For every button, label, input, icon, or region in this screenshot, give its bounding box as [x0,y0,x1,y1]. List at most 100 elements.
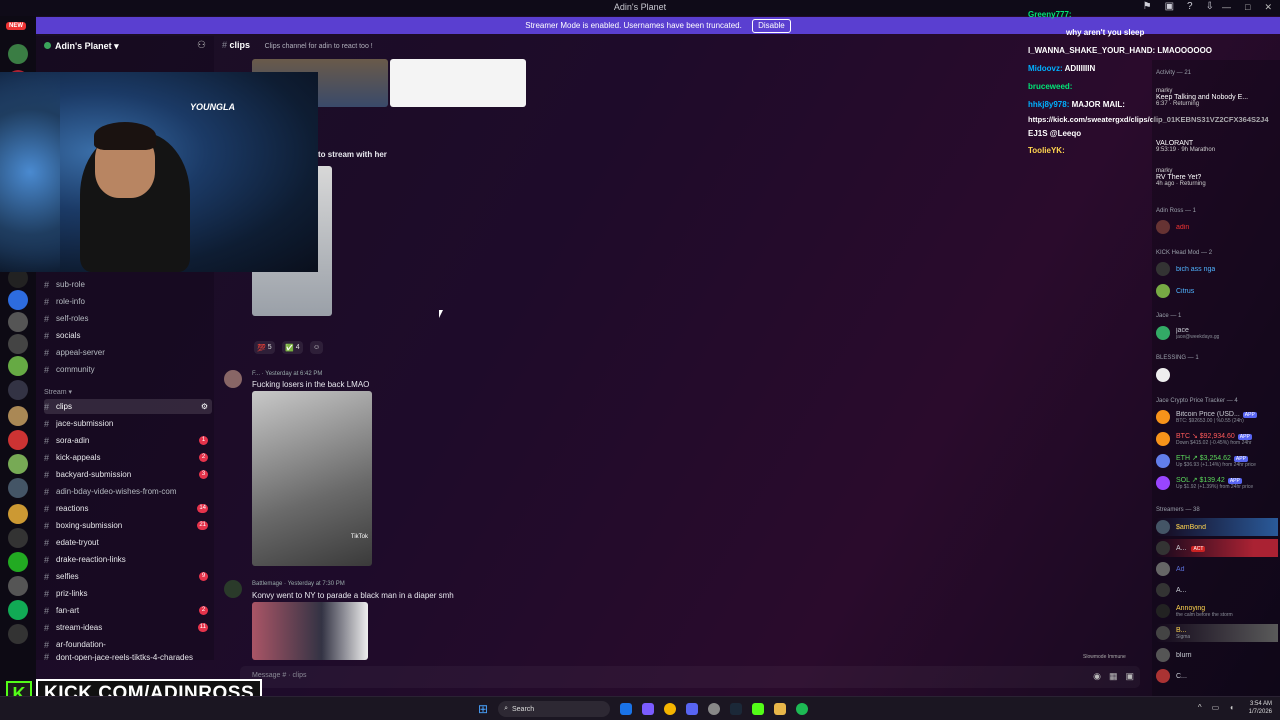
server-icon[interactable] [8,504,28,524]
channel-item[interactable]: # ar-foundation- [44,637,212,652]
member-row[interactable]: Annoying the calm before the storm [1156,602,1278,620]
sticker-icon[interactable]: ▣ [1125,671,1134,682]
server-icon[interactable] [8,552,28,572]
steam-icon[interactable] [730,703,743,715]
channel-item[interactable]: # socials [44,328,212,343]
channel-item[interactable]: # dont-open-jace-reels-tiktks-4-charades [44,653,212,661]
server-icon[interactable] [8,528,28,548]
server-icon[interactable] [8,576,28,596]
reaction-button[interactable]: ✅ 4 [282,341,303,354]
windows-start-icon[interactable]: ⊞ [478,702,488,716]
activity-card[interactable]: marky Keep Talking and Nobody E... 6:37 · … [1156,88,1278,107]
channel-item[interactable]: # stream-ideas 11 [44,620,212,635]
member-row[interactable]: A... ACT [1156,539,1278,557]
video-thumbnail[interactable] [252,602,368,660]
member-row[interactable]: A... [1156,581,1278,599]
author-name[interactable]: F... [252,371,260,377]
member-row[interactable]: B... Sigma [1156,624,1278,642]
member-row[interactable] [1156,366,1278,384]
channel-item[interactable]: # appeal-server [44,345,212,360]
channel-item[interactable]: # selfies 9 [44,569,212,584]
server-icon[interactable] [8,600,28,620]
channel-item[interactable]: # drake-reaction-links [44,552,212,567]
member-row[interactable]: adin [1156,218,1278,236]
member-row[interactable]: BTC ↘ $92,934.60 APP Down $415.02 (-0.45%)… [1156,430,1278,448]
channel-label: self-roles [56,314,89,323]
add-member-icon[interactable]: ⚇ [197,40,206,51]
member-row[interactable]: Citrus [1156,282,1278,300]
add-reaction-button[interactable]: ☺ [310,341,324,354]
channel-item[interactable]: # community [44,362,212,377]
server-icon[interactable] [8,290,28,310]
message-list: to stream with her 💯 5 ✅ 4 ☺ F... · Yester… [222,56,1022,660]
server-header[interactable]: Adin's Planet ▾ [44,41,119,52]
member-row[interactable]: SOL ↗ $139.42 APP Up $1.92 (+1.39%) from 2… [1156,474,1278,492]
avatar [1156,262,1170,276]
image-attachment[interactable] [390,59,526,107]
member-row[interactable]: ETH ↗ $3,254.62 APP Up $36.93 (+1.14%) fro… [1156,452,1278,470]
server-icon[interactable] [8,478,28,498]
hash-icon: # [44,537,50,548]
kick-app-icon[interactable] [752,703,765,715]
channel-item[interactable]: # edate-tryout [44,535,212,550]
server-icon[interactable] [8,430,28,450]
member-row[interactable]: jace jace@weekdays.gg [1156,324,1278,342]
message-input[interactable]: Message # · clips ◉ ▦ ▣ [240,666,1140,688]
server-icon[interactable] [8,356,28,376]
mouse-cursor [439,310,443,318]
member-row[interactable]: Bitcoin Price (USD... APP BTC: $92653.00 |… [1156,408,1278,426]
server-icon[interactable] [8,380,28,400]
chrome-icon[interactable] [664,703,677,715]
discord-icon[interactable] [686,703,699,715]
network-icon[interactable]: ▭ [1212,703,1220,712]
channel-item[interactable]: # kick-appeals 2 [44,450,212,465]
tray-chevron-icon[interactable]: ^ [1198,703,1202,712]
channel-item[interactable]: # backyard-submission 3 [44,467,212,482]
channel-item[interactable]: # boxing-submission 21 [44,518,212,533]
video-thumbnail[interactable]: TikTok [252,391,372,566]
volume-icon[interactable]: ◖ [1229,703,1234,712]
clock[interactable]: 3:54 AM 1/7/2026 [1249,700,1272,716]
activity-card[interactable]: VALORANT 9:53:19 · 9h Marathon [1156,140,1278,153]
member-row[interactable]: $amBond [1156,518,1278,536]
category-stream[interactable]: Stream ▾ [44,388,72,396]
file-explorer-icon[interactable] [774,703,787,715]
channel-item[interactable]: # sub-role [44,277,212,292]
channel-item[interactable]: # jace-submission [44,416,212,431]
hash-icon: # [222,40,228,50]
server-icon[interactable] [8,454,28,474]
copilot-icon[interactable] [642,703,655,715]
avatar[interactable] [224,370,242,388]
activity-header[interactable]: Activity — 21 [1156,70,1191,76]
server-icon[interactable] [8,44,28,64]
channel-item-clips[interactable]: # clips ⚙ [44,399,212,414]
gift-icon[interactable]: ◉ [1093,671,1101,682]
message-header: F... · Yesterday at 6:42 PM [252,371,323,377]
server-icon[interactable] [8,312,28,332]
channel-item[interactable]: # adin-bday-video-wishes-from-com [44,484,212,499]
channel-item[interactable]: # role-info [44,294,212,309]
member-row[interactable]: blurri [1156,646,1278,664]
channel-item[interactable]: # priz-links [44,586,212,601]
disable-streamer-mode-button[interactable]: Disable [752,19,791,33]
activity-card[interactable]: marky RV There Yet? 4h ago · Returning [1156,168,1278,187]
server-icon[interactable] [8,624,28,644]
channel-item[interactable]: # self-roles [44,311,212,326]
reaction-button[interactable]: 💯 5 [254,341,275,354]
channel-item[interactable]: # sora-adin 1 [44,433,212,448]
server-icon[interactable] [8,406,28,426]
member-row[interactable]: bich ass nga [1156,260,1278,278]
obs-icon[interactable] [708,703,721,715]
channel-item[interactable]: # reactions 14 [44,501,212,516]
channel-item[interactable]: # fan-art 2 [44,603,212,618]
server-icon[interactable] [8,334,28,354]
spotify-icon[interactable] [796,703,809,715]
gif-icon[interactable]: ▦ [1109,671,1118,682]
member-row[interactable]: Ad [1156,560,1278,578]
edge-icon[interactable] [620,703,633,715]
taskbar-search[interactable]: ⌕ Search [498,701,611,717]
member-row[interactable]: C... [1156,667,1278,685]
settings-icon[interactable]: ⚙ [201,402,208,411]
avatar[interactable] [224,580,242,598]
author-name[interactable]: Battlemage [252,581,282,587]
